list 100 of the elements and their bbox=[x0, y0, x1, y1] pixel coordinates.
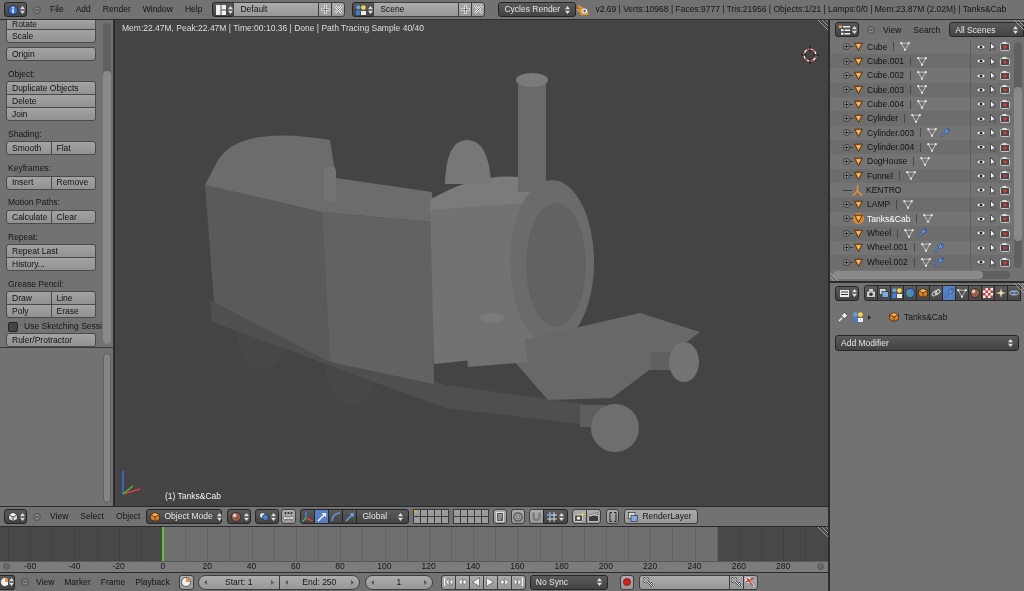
expand-icon[interactable] bbox=[843, 43, 850, 51]
pivot-dropdown[interactable] bbox=[255, 509, 280, 524]
bracket-toggle-button[interactable] bbox=[606, 509, 620, 524]
camera-icon[interactable] bbox=[1000, 157, 1010, 167]
eye-icon[interactable] bbox=[976, 72, 986, 79]
scrollbar-thumb[interactable] bbox=[833, 271, 983, 280]
expand-icon[interactable] bbox=[843, 172, 850, 180]
camera-icon[interactable] bbox=[1000, 171, 1010, 181]
tool-button[interactable]: Erase bbox=[50, 304, 96, 319]
pin-icon[interactable] bbox=[838, 312, 848, 322]
tool-button[interactable]: Join bbox=[6, 107, 96, 122]
tool-button[interactable]: Flat bbox=[50, 141, 96, 156]
shading-dropdown[interactable] bbox=[227, 509, 252, 524]
tool-button[interactable]: Draw bbox=[6, 291, 52, 306]
eye-icon[interactable] bbox=[976, 115, 986, 122]
menu[interactable]: View bbox=[31, 574, 60, 590]
3d-viewport[interactable]: Mem:22.47M, Peak:22.47M | Time:00:10.36 | Done | Path Tracing Sample 40/40 (1) Tanks&Cab bbox=[115, 20, 828, 506]
mode-dropdown[interactable]: Object Mode bbox=[146, 509, 223, 524]
preview-range-button[interactable] bbox=[178, 574, 194, 590]
eye-icon[interactable] bbox=[976, 259, 986, 265]
properties-tab[interactable] bbox=[864, 285, 878, 301]
expand-icon[interactable] bbox=[843, 72, 850, 80]
scrollbar-track[interactable] bbox=[833, 271, 1010, 280]
scrollbar-handle[interactable] bbox=[3, 563, 10, 570]
camera-icon[interactable] bbox=[1000, 142, 1010, 152]
outliner-row[interactable]: Cylinder.004 bbox=[830, 140, 1012, 155]
menu[interactable]: Add bbox=[69, 2, 97, 17]
menu[interactable]: Window bbox=[136, 2, 179, 17]
current-frame-field[interactable]: 1 bbox=[364, 574, 433, 590]
menu[interactable]: Search bbox=[907, 22, 947, 38]
menu[interactable]: Playback bbox=[130, 574, 175, 590]
corner-grip-icon[interactable] bbox=[1014, 20, 1024, 30]
corner-grip-icon[interactable] bbox=[818, 20, 828, 30]
menu[interactable]: Render bbox=[96, 2, 137, 17]
menu[interactable]: Frame bbox=[95, 574, 131, 590]
tool-button[interactable]: Clear bbox=[50, 209, 96, 224]
tool-button[interactable]: Repeat Last bbox=[6, 244, 96, 259]
corner-grip-icon[interactable] bbox=[1014, 283, 1024, 293]
properties-tab[interactable] bbox=[916, 285, 930, 301]
eye-icon[interactable] bbox=[976, 129, 986, 136]
outliner-row[interactable]: Cylinder bbox=[830, 111, 1012, 126]
snap-element-dropdown[interactable] bbox=[543, 509, 569, 524]
eye-icon[interactable] bbox=[976, 158, 986, 165]
eye-icon[interactable] bbox=[976, 201, 986, 208]
delete-layout-button[interactable] bbox=[331, 2, 346, 17]
record-button[interactable] bbox=[619, 574, 634, 590]
layout-menu-button[interactable] bbox=[212, 2, 235, 17]
camera-icon[interactable] bbox=[1000, 228, 1010, 238]
properties-tab[interactable] bbox=[942, 285, 956, 301]
expand-icon[interactable] bbox=[843, 143, 850, 151]
camera-icon[interactable] bbox=[1000, 85, 1010, 95]
camera-icon[interactable] bbox=[1000, 257, 1010, 267]
tool-button[interactable]: Delete bbox=[6, 94, 96, 109]
camera-icon[interactable] bbox=[1000, 214, 1010, 224]
menu[interactable]: View bbox=[877, 22, 908, 38]
add-modifier-dropdown[interactable]: Add Modifier bbox=[835, 335, 1019, 351]
expand-icon[interactable] bbox=[843, 229, 850, 237]
camera-icon[interactable] bbox=[1000, 114, 1010, 124]
eye-icon[interactable] bbox=[976, 172, 986, 179]
center-toggle-button[interactable] bbox=[281, 509, 297, 524]
eye-icon[interactable] bbox=[976, 187, 986, 194]
keying-set-field[interactable] bbox=[638, 574, 730, 590]
camera-icon[interactable] bbox=[1000, 56, 1010, 66]
tool-button[interactable]: Poly bbox=[6, 304, 52, 319]
eye-icon[interactable] bbox=[976, 230, 986, 237]
eye-icon[interactable] bbox=[976, 86, 986, 93]
properties-tab[interactable] bbox=[994, 285, 1008, 301]
tool-button[interactable]: Ruler/Protractor bbox=[6, 333, 96, 347]
tool-button[interactable]: Origin bbox=[6, 47, 96, 61]
playback-button[interactable] bbox=[440, 574, 456, 590]
render-animation-button[interactable] bbox=[586, 509, 602, 524]
properties-tab[interactable] bbox=[955, 285, 969, 301]
editor-type-button[interactable] bbox=[4, 2, 27, 17]
sync-dropdown[interactable]: No Sync bbox=[529, 574, 608, 590]
expand-icon[interactable] bbox=[843, 215, 850, 223]
camera-icon[interactable] bbox=[1000, 71, 1010, 81]
expand-icon[interactable] bbox=[843, 129, 850, 137]
camera-icon[interactable] bbox=[1000, 185, 1010, 195]
orientation-dropdown[interactable]: Global bbox=[356, 509, 410, 524]
layer-button[interactable] bbox=[441, 516, 450, 524]
camera-icon[interactable] bbox=[1000, 99, 1010, 109]
eye-icon[interactable] bbox=[976, 58, 986, 65]
add-scene-button[interactable] bbox=[458, 2, 473, 17]
editor-type-button[interactable] bbox=[835, 285, 859, 301]
tool-button[interactable]: Duplicate Objects bbox=[6, 81, 96, 96]
expand-icon[interactable] bbox=[843, 258, 850, 266]
layer-button[interactable] bbox=[481, 516, 490, 524]
properties-tab[interactable] bbox=[981, 285, 995, 301]
frame-ruler[interactable]: -60 -40 -20 0 20 40 60 80 100 120 140 160 180 200 220 240 260 280 bbox=[0, 561, 828, 572]
expand-icon[interactable] bbox=[843, 115, 850, 123]
tool-button[interactable]: Calculate bbox=[6, 209, 52, 224]
menu[interactable]: Object bbox=[109, 509, 147, 524]
scrollbar-track[interactable] bbox=[1014, 41, 1022, 269]
outliner-row[interactable]: Cube.001 bbox=[830, 54, 1012, 69]
scrollbar-handle[interactable] bbox=[817, 563, 824, 570]
render-layer-button[interactable]: RenderLayer bbox=[624, 509, 699, 524]
eye-icon[interactable] bbox=[976, 216, 986, 222]
properties-tab[interactable] bbox=[929, 285, 943, 301]
expand-icon[interactable] bbox=[843, 100, 850, 108]
expand-icon[interactable] bbox=[843, 158, 850, 166]
